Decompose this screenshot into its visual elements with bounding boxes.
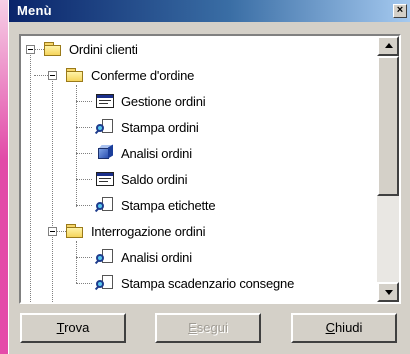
button-mnemonic: C: [325, 320, 335, 335]
arrow-down-icon: [385, 290, 393, 295]
tree-item-analisi-ordini-2[interactable]: Analisi ordini: [94, 246, 192, 268]
tree-line: [34, 75, 48, 76]
tree-item-stampa-ordini[interactable]: Stampa ordini: [94, 116, 199, 138]
report-icon: [94, 197, 115, 213]
tree-item-label: Stampa scadenzario consegne: [121, 275, 295, 291]
trova-button[interactable]: Trova: [20, 313, 126, 343]
tree-item-gestione-ordini[interactable]: Gestione ordini: [95, 90, 206, 112]
window-icon: [95, 171, 115, 187]
tree-line: [76, 257, 92, 258]
button-label: rova: [64, 320, 90, 335]
tree-line: [76, 241, 77, 283]
tree-line: [76, 153, 92, 154]
tree-node-ordini-clienti[interactable]: Ordini clienti: [43, 38, 138, 60]
tree-node-label: Ordini clienti: [69, 41, 138, 57]
tree-item-label: Stampa ordini: [121, 119, 199, 135]
tree-item-label: Gestione ordini: [121, 93, 206, 109]
window-title: Menù: [17, 3, 52, 18]
collapse-toggle[interactable]: [48, 227, 57, 236]
menu-tree[interactable]: Ordini clienti Conferme d'ordine Gestion…: [19, 34, 401, 304]
folder-open-icon: [65, 67, 85, 83]
tree-line: [76, 205, 92, 206]
arrow-up-icon: [385, 43, 393, 48]
tree-line: [76, 283, 92, 284]
button-mnemonic: E: [188, 320, 197, 335]
title-bar[interactable]: Menù ×: [9, 0, 410, 22]
menu-window: Menù × Ordini clienti Conferme d'ordine …: [8, 0, 410, 354]
tree-item-analisi-ordini[interactable]: Analisi ordini: [95, 142, 192, 164]
tree-node-label: Conferme d'ordine: [91, 67, 195, 83]
button-label: segui: [196, 320, 228, 335]
scroll-thumb[interactable]: [377, 56, 399, 196]
folder-open-icon: [65, 223, 85, 239]
esegui-button[interactable]: Esegui: [155, 313, 261, 343]
report-icon: [94, 119, 115, 135]
tree-item-stampa-etichette[interactable]: Stampa etichette: [94, 194, 216, 216]
chiudi-button[interactable]: Chiudi: [291, 313, 397, 343]
tree-node-interrogazione-ordini[interactable]: Interrogazione ordini: [65, 220, 206, 242]
tree-item-label: Saldo ordini: [121, 171, 188, 187]
close-icon[interactable]: ×: [393, 4, 407, 18]
report-icon: [94, 249, 115, 265]
cube-icon: [95, 144, 115, 161]
tree-item-saldo-ordini[interactable]: Saldo ordini: [95, 168, 187, 190]
report-icon: [94, 275, 115, 291]
tree-line: [76, 179, 92, 180]
button-mnemonic: T: [56, 320, 65, 335]
scroll-down-button[interactable]: [377, 282, 399, 302]
scroll-up-button[interactable]: [377, 36, 399, 56]
collapse-toggle[interactable]: [26, 45, 35, 54]
tree-item-label: Analisi ordini: [121, 145, 192, 161]
tree-item-label: Stampa etichette: [121, 197, 216, 213]
tree-line: [76, 101, 92, 102]
tree-node-conferme-ordine[interactable]: Conferme d'ordine: [65, 64, 194, 86]
collapse-toggle[interactable]: [48, 71, 57, 80]
tree-node-label: Interrogazione ordini: [91, 223, 206, 239]
tree-item-stampa-scadenzario[interactable]: Stampa scadenzario consegne: [94, 272, 295, 294]
button-label: hiudi: [334, 320, 363, 335]
vertical-scrollbar[interactable]: [377, 36, 399, 302]
tree-line: [30, 50, 31, 302]
tree-content: Ordini clienti Conferme d'ordine Gestion…: [21, 36, 377, 302]
tree-line: [76, 127, 92, 128]
tree-line: [52, 74, 53, 302]
tree-line: [76, 85, 77, 207]
tree-item-label: Analisi ordini: [121, 249, 192, 265]
window-icon: [95, 93, 115, 109]
folder-icon: [43, 41, 63, 57]
